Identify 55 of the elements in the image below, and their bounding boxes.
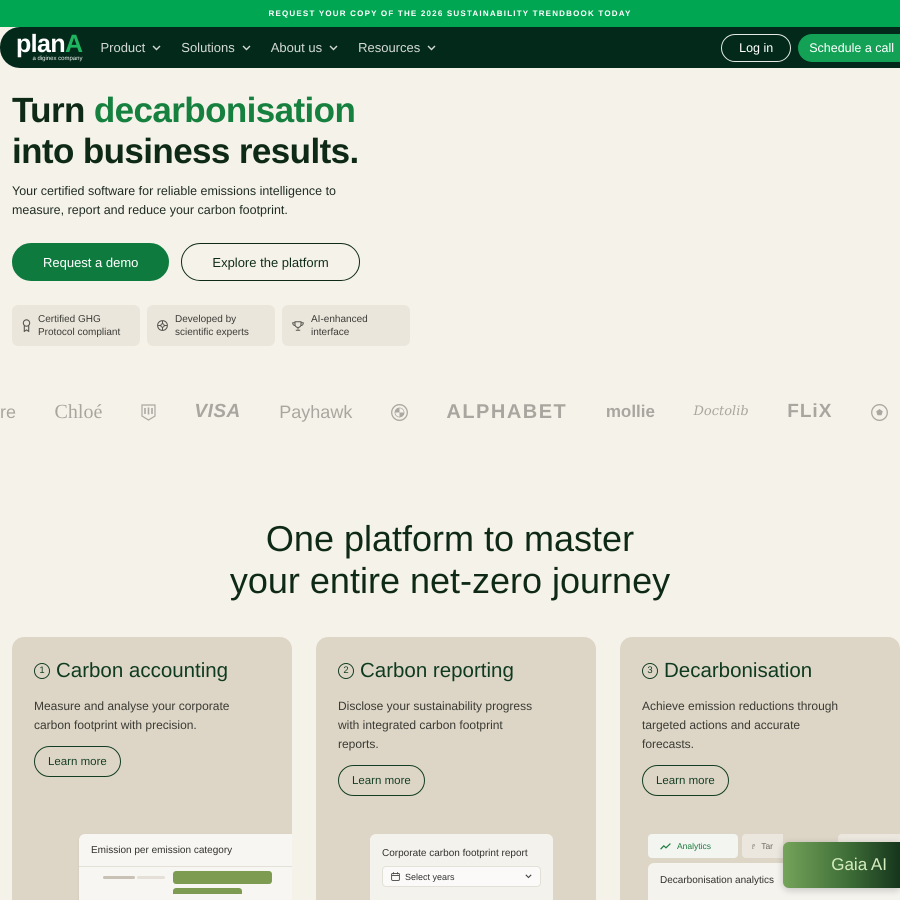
brand-logo: re	[0, 401, 16, 423]
feature-text: Certified GHG Protocol compliant	[38, 312, 122, 338]
step-number: 1	[34, 662, 50, 678]
chevron-down-icon	[242, 44, 251, 50]
panel-title: Corporate carbon footprint report	[382, 848, 528, 860]
skeleton-line	[103, 876, 165, 879]
year-dropdown[interactable]: Select years	[382, 866, 541, 887]
card-title: Decarbonisation	[664, 659, 812, 682]
hero-subtitle: Your certified software for reliable emissions intelligence to measure, report and reduce your carbon footprint.	[12, 183, 338, 219]
aperture-icon	[157, 320, 168, 331]
card-description: Achieve emission reductions through targeted actions and accurate forecasts.	[642, 698, 840, 753]
ball-icon	[870, 404, 888, 420]
trend-line-icon	[660, 842, 671, 850]
analytics-tab[interactable]: Analytics	[648, 834, 738, 858]
card-title: Carbon reporting	[360, 659, 514, 682]
calendar-icon	[391, 872, 400, 881]
chevron-down-icon	[329, 44, 338, 50]
nav-menu-item[interactable]: Resources	[358, 40, 436, 55]
chevron-down-icon	[427, 44, 436, 50]
ai-assistant-button[interactable]: Gaia AI	[783, 842, 900, 888]
brand-logo: VISA	[194, 401, 241, 423]
card-title: Carbon accounting	[56, 659, 228, 682]
panel-title: Emission per emission category	[91, 845, 232, 857]
card-description: Measure and analyse your corporate carbon footprint with precision.	[34, 698, 230, 734]
step-number: 3	[642, 662, 658, 678]
emblem-icon	[140, 404, 156, 420]
analytics-tab[interactable]: Tar	[742, 834, 783, 858]
chevron-down-icon	[525, 874, 532, 879]
hero-heading: Turn decarbonisation into business results.	[12, 90, 359, 172]
feature-text: Developed by scientific experts	[175, 312, 250, 338]
panel-title: Decarbonisation analytics	[660, 875, 774, 887]
brand-logo: mollie	[606, 401, 655, 423]
explore-platform-button[interactable]: Explore the platform	[181, 243, 360, 281]
roundel-icon	[390, 404, 408, 420]
learn-more-button[interactable]: Learn more	[642, 765, 729, 796]
category-bar	[173, 888, 242, 894]
brand-logo: Doctolib	[693, 403, 749, 421]
nav-menu-item[interactable]: About us	[270, 40, 338, 55]
section-heading: One platform to master your entire net-zero journey	[230, 518, 670, 602]
login-button[interactable]: Log in	[721, 34, 792, 62]
brand-logo: ALPHABET	[446, 401, 568, 423]
feature-text: AI-enhanced interface	[311, 312, 369, 338]
chevron-down-icon	[152, 44, 162, 50]
learn-more-button[interactable]: Learn more	[338, 765, 425, 796]
nav-menu-item[interactable]: Solutions	[181, 40, 251, 55]
card-description: Disclose your sustainability progress with integrated carbon footprint reports.	[338, 698, 534, 753]
step-number: 2	[338, 662, 354, 678]
award-ribbon-icon	[22, 319, 31, 332]
nav-menu-item[interactable]: Product	[100, 40, 162, 55]
brand-logo: Payhawk	[279, 401, 352, 423]
brand-logo: Chloé	[54, 401, 102, 423]
request-demo-button[interactable]: Request a demo	[12, 243, 170, 281]
learn-more-button[interactable]: Learn more	[34, 746, 121, 777]
brand-logo: FLiX	[787, 401, 832, 423]
trophy-icon	[292, 320, 304, 330]
